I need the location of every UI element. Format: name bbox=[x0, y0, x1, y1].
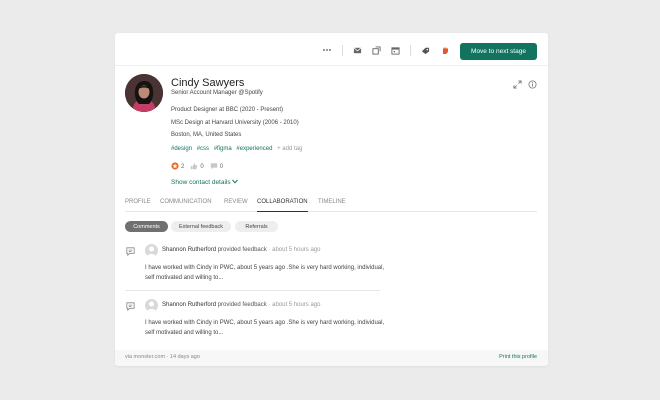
candidate-card: Move to next stage Cindy Sawyers Senior … bbox=[115, 33, 548, 366]
feedback-item: Shannon Rutherford provided feedback · a… bbox=[125, 244, 384, 289]
education-line: MSc Design at Harvard University (2006 -… bbox=[171, 120, 299, 126]
comment-count: 0 bbox=[219, 164, 224, 170]
feedback-time: · about 5 hours ago bbox=[268, 302, 321, 308]
show-contact-details-link[interactable]: Show contact details bbox=[171, 179, 239, 186]
like-count: 0 bbox=[200, 164, 204, 170]
toolbar-divider bbox=[342, 45, 343, 56]
feedback-action: provided feedback bbox=[217, 247, 267, 253]
feedback-text: I have worked with Cindy in PWC, about 5… bbox=[145, 265, 385, 281]
reviewer-avatar bbox=[145, 244, 158, 257]
calendar-icon[interactable] bbox=[390, 45, 400, 55]
expand-icon[interactable] bbox=[513, 76, 522, 89]
feedback-action: provided feedback bbox=[217, 302, 267, 308]
tab-review[interactable]: REVIEW bbox=[224, 199, 248, 212]
toolbar-divider bbox=[410, 45, 411, 56]
tab-collaboration[interactable]: COLLABORATION bbox=[257, 199, 308, 212]
feedback-header: Shannon Rutherford provided feedback · a… bbox=[162, 247, 320, 253]
star-count: 2 bbox=[181, 164, 185, 170]
move-to-next-stage-button[interactable]: Move to next stage bbox=[460, 43, 537, 60]
location-line: Boston, MA, United States bbox=[171, 132, 242, 138]
reviewer-name[interactable]: Shannon Rutherford bbox=[162, 247, 216, 253]
more-icon[interactable] bbox=[322, 45, 332, 55]
feedback-text: I have worked with Cindy in PWC, about 5… bbox=[145, 320, 385, 336]
chat-icon bbox=[125, 244, 136, 257]
tab-communication[interactable]: COMMUNICATION bbox=[160, 199, 212, 212]
feedback-header: Shannon Rutherford provided feedback · a… bbox=[162, 302, 320, 308]
tab-profile[interactable]: PROFILE bbox=[125, 199, 151, 212]
chevron-down-icon bbox=[232, 179, 239, 186]
avatar bbox=[125, 74, 163, 112]
star-icon bbox=[171, 162, 179, 172]
feedback-divider bbox=[125, 290, 380, 291]
card-footer: via monster.com · 14 days ago Print this… bbox=[115, 350, 548, 366]
tag-chip[interactable]: #figma bbox=[214, 146, 232, 152]
show-contact-label: Show contact details bbox=[171, 179, 231, 186]
email-icon[interactable] bbox=[352, 45, 362, 55]
tab-timeline[interactable]: TIMELINE bbox=[318, 199, 346, 212]
tag-icon[interactable] bbox=[420, 45, 430, 55]
feedback-item: Shannon Rutherford provided feedback · a… bbox=[125, 299, 384, 344]
thumbs-up-icon bbox=[190, 162, 198, 172]
filter-comments[interactable]: Comments bbox=[125, 221, 168, 232]
print-profile-link[interactable]: Print this profile bbox=[499, 354, 537, 360]
tag-chip[interactable]: #design bbox=[171, 146, 192, 152]
source-text: via monster.com · 14 days ago bbox=[125, 354, 200, 360]
tag-chip[interactable]: #css bbox=[197, 146, 209, 152]
tag-list: #design #css #figma #experienced + add t… bbox=[171, 146, 302, 152]
candidate-name: Cindy Sawyers bbox=[171, 77, 245, 89]
profile-tabs: PROFILE COMMUNICATION REVIEW COLLABORATI… bbox=[125, 199, 537, 212]
toolbar: Move to next stage bbox=[115, 33, 548, 66]
feedback-time: · about 5 hours ago bbox=[268, 247, 321, 253]
reject-icon[interactable] bbox=[440, 45, 450, 55]
share-icon[interactable] bbox=[371, 45, 381, 55]
tag-chip[interactable]: #experienced bbox=[236, 146, 272, 152]
reactions: 2 0 0 bbox=[171, 162, 223, 172]
reviewer-name[interactable]: Shannon Rutherford bbox=[162, 302, 216, 308]
filter-external-feedback[interactable]: External feedback bbox=[171, 221, 231, 232]
like-reaction[interactable]: 0 bbox=[190, 162, 204, 172]
filter-referrals[interactable]: Referrals bbox=[235, 221, 278, 232]
comment-icon bbox=[210, 162, 218, 172]
candidate-role: Senior Account Manager @Spotify bbox=[171, 90, 263, 96]
star-reaction[interactable]: 2 bbox=[171, 162, 184, 172]
comment-reaction[interactable]: 0 bbox=[210, 162, 223, 172]
add-tag-link[interactable]: + add tag bbox=[277, 146, 302, 152]
reviewer-avatar bbox=[145, 299, 158, 312]
info-icon[interactable] bbox=[528, 76, 537, 89]
experience-line: Product Designer at BBC (2020 - Present) bbox=[171, 107, 284, 113]
chat-icon bbox=[125, 299, 136, 312]
